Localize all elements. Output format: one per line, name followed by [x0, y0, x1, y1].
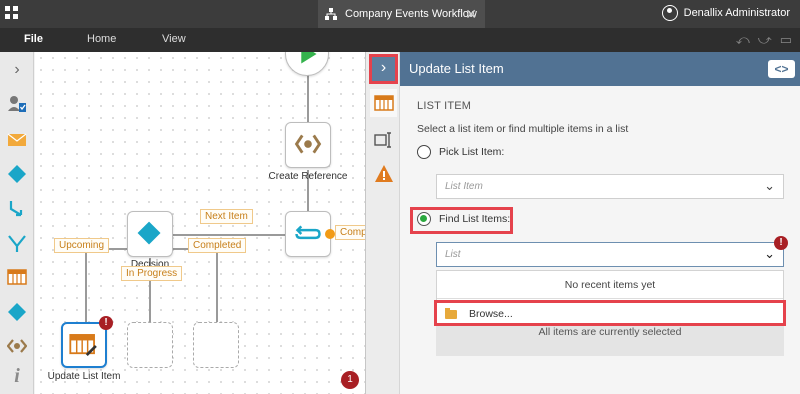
list-item-icon[interactable]	[7, 267, 27, 287]
decision-icon[interactable]	[7, 164, 27, 184]
comp-tag[interactable]: Comp	[335, 225, 365, 240]
connector	[173, 234, 285, 236]
list-item-icon	[69, 334, 97, 357]
reference-icon[interactable]	[7, 336, 27, 356]
no-recent-text: No recent items yet	[564, 279, 656, 291]
email-icon[interactable]	[7, 130, 27, 150]
list-item-select[interactable]: List Item ⌄	[436, 174, 784, 199]
find-list-items-option[interactable]: Find List Items:	[417, 212, 510, 226]
user-menu[interactable]: Denallix Administrator	[661, 5, 790, 21]
properties-panel: Update List Item <> LIST ITEM Select a l…	[400, 52, 800, 394]
workflow-canvas[interactable]: Create Reference Comp Decision Next Item…	[35, 52, 365, 394]
save-icon[interactable]: ▭	[780, 32, 792, 48]
play-icon	[301, 52, 317, 64]
browse-label: Browse...	[469, 308, 513, 320]
decision-icon	[137, 221, 161, 245]
workflow-tab-label: Company Events Workflow	[345, 8, 477, 20]
update-list-item-label: Update List Item	[47, 371, 121, 382]
user-avatar-icon	[661, 5, 678, 21]
chevron-down-icon: ⌄	[764, 246, 775, 261]
list-select[interactable]: List ⌄	[436, 242, 784, 267]
connector	[85, 248, 87, 324]
loop-icon	[295, 225, 321, 240]
collapse-panel-button[interactable]: ›	[369, 54, 398, 84]
error-count-badge[interactable]: 1	[341, 371, 359, 389]
decision-node[interactable]	[127, 211, 173, 257]
redo-icon[interactable]: ⤻	[758, 32, 772, 48]
expand-toolbox-icon[interactable]: ›	[7, 60, 27, 80]
empty-step-placeholder[interactable]	[127, 322, 173, 368]
undo-icon[interactable]: ⤺	[736, 32, 750, 48]
list-item-placeholder: List Item	[445, 181, 483, 192]
update-list-item-node[interactable]	[61, 322, 107, 368]
expand-panel-icon[interactable]: <>	[768, 60, 795, 78]
folder-icon	[445, 308, 457, 319]
info-icon[interactable]: i	[7, 366, 27, 386]
section-title: LIST ITEM	[417, 100, 472, 112]
user-task-icon[interactable]	[7, 94, 27, 114]
menu-view[interactable]: View	[162, 33, 186, 45]
tab-warnings[interactable]	[370, 160, 397, 188]
list-item-icon	[373, 95, 394, 111]
workflow-icon	[325, 8, 337, 20]
menu-home[interactable]: Home	[87, 33, 116, 45]
title-bar: Company Events Workflow ✕ Denallix Admin…	[0, 0, 800, 28]
menu-file[interactable]: File	[24, 33, 43, 45]
reference-icon	[294, 134, 322, 154]
pick-list-item-option[interactable]: Pick List Item:	[417, 145, 504, 159]
decision-icon-2[interactable]	[7, 302, 27, 322]
close-tab-icon[interactable]: ✕	[465, 6, 477, 23]
empty-step-placeholder[interactable]	[193, 322, 239, 368]
connector	[216, 248, 218, 322]
all-selected-text: All items are currently selected	[436, 326, 784, 356]
completed-tag[interactable]: Completed	[188, 238, 247, 253]
pick-radio[interactable]	[417, 145, 431, 159]
panel-header: Update List Item <>	[400, 52, 800, 86]
tab-properties[interactable]	[370, 126, 397, 154]
merge-icon[interactable]	[7, 234, 27, 254]
pick-label: Pick List Item:	[439, 146, 505, 158]
toolbox-sidebar: › i	[0, 52, 34, 394]
browse-option[interactable]: Browse...	[434, 300, 786, 326]
in-progress-tag[interactable]: In Progress	[121, 266, 183, 281]
tab-list-item[interactable]	[370, 89, 397, 117]
error-badge: !	[99, 316, 113, 330]
workflow-tab[interactable]: Company Events Workflow ✕	[318, 0, 485, 28]
section-description: Select a list item or find multiple item…	[417, 123, 629, 135]
user-name: Denallix Administrator	[683, 7, 790, 19]
output-port[interactable]	[325, 229, 335, 239]
create-reference-label: Create Reference	[268, 171, 348, 182]
error-badge: !	[774, 236, 788, 250]
create-reference-node[interactable]	[285, 122, 331, 168]
chevron-down-icon: ⌄	[764, 178, 775, 193]
all-selected-label: All items are currently selected	[538, 326, 682, 338]
panel-title: Update List Item	[409, 61, 504, 76]
app-launcher-icon[interactable]	[5, 6, 19, 20]
find-label: Find List Items:	[439, 213, 511, 225]
start-node[interactable]	[285, 52, 329, 76]
menu-bar: File Home View ⤺ ⤻ ▭	[0, 28, 800, 52]
next-item-tag[interactable]: Next Item	[200, 209, 253, 224]
warning-icon	[374, 165, 393, 182]
text-field-icon	[373, 132, 391, 148]
upcoming-tag[interactable]: Upcoming	[54, 238, 110, 253]
properties-tabs: ›	[365, 52, 400, 394]
connector	[307, 72, 309, 122]
branch-icon[interactable]	[7, 199, 27, 219]
find-radio[interactable]	[417, 212, 431, 226]
list-placeholder: List	[445, 249, 461, 260]
